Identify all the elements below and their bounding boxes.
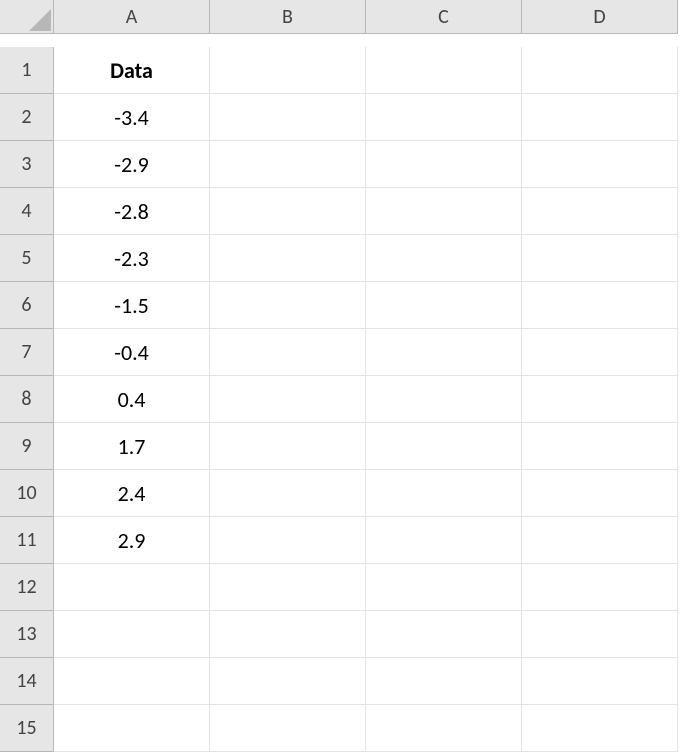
cell-C15[interactable] bbox=[366, 705, 522, 752]
column-header-C[interactable]: C bbox=[366, 0, 522, 34]
select-all-icon bbox=[29, 9, 51, 31]
cell-A7[interactable]: -0.4 bbox=[54, 329, 210, 376]
cell-C6[interactable] bbox=[366, 282, 522, 329]
row-header-15[interactable]: 15 bbox=[0, 705, 54, 752]
column-header-D[interactable]: D bbox=[522, 0, 678, 34]
row-header-8[interactable]: 8 bbox=[0, 376, 54, 423]
cell-C4[interactable] bbox=[366, 188, 522, 235]
cell-A2[interactable]: -3.4 bbox=[54, 94, 210, 141]
cell-B13[interactable] bbox=[210, 611, 366, 658]
cell-C1[interactable] bbox=[366, 47, 522, 94]
row-header-2[interactable]: 2 bbox=[0, 94, 54, 141]
cell-B4[interactable] bbox=[210, 188, 366, 235]
row-header-7[interactable]: 7 bbox=[0, 329, 54, 376]
cell-B7[interactable] bbox=[210, 329, 366, 376]
row-header-13[interactable]: 13 bbox=[0, 611, 54, 658]
cell-C11[interactable] bbox=[366, 517, 522, 564]
row-header-11[interactable]: 11 bbox=[0, 517, 54, 564]
cell-D15[interactable] bbox=[522, 705, 678, 752]
cell-D8[interactable] bbox=[522, 376, 678, 423]
cell-A1[interactable]: Data bbox=[54, 47, 210, 94]
cell-B5[interactable] bbox=[210, 235, 366, 282]
cell-B8[interactable] bbox=[210, 376, 366, 423]
cell-D3[interactable] bbox=[522, 141, 678, 188]
cell-B2[interactable] bbox=[210, 94, 366, 141]
row-header-5[interactable]: 5 bbox=[0, 235, 54, 282]
cell-D12[interactable] bbox=[522, 564, 678, 611]
cell-C9[interactable] bbox=[366, 423, 522, 470]
cell-B15[interactable] bbox=[210, 705, 366, 752]
cell-C7[interactable] bbox=[366, 329, 522, 376]
cell-A12[interactable] bbox=[54, 564, 210, 611]
cell-A5[interactable]: -2.3 bbox=[54, 235, 210, 282]
cell-C10[interactable] bbox=[366, 470, 522, 517]
cell-A4[interactable]: -2.8 bbox=[54, 188, 210, 235]
cell-C5[interactable] bbox=[366, 235, 522, 282]
cell-A3[interactable]: -2.9 bbox=[54, 141, 210, 188]
spreadsheet-grid[interactable]: ABCD 1Data2-3.43-2.94-2.85-2.36-1.57-0.48… bbox=[0, 0, 680, 752]
cell-D14[interactable] bbox=[522, 658, 678, 705]
cell-D6[interactable] bbox=[522, 282, 678, 329]
row-header-12[interactable]: 12 bbox=[0, 564, 54, 611]
cell-C3[interactable] bbox=[366, 141, 522, 188]
cell-A13[interactable] bbox=[54, 611, 210, 658]
cell-D9[interactable] bbox=[522, 423, 678, 470]
cell-B11[interactable] bbox=[210, 517, 366, 564]
cell-C14[interactable] bbox=[366, 658, 522, 705]
select-all-corner[interactable] bbox=[0, 0, 54, 34]
cell-D4[interactable] bbox=[522, 188, 678, 235]
row-header-14[interactable]: 14 bbox=[0, 658, 54, 705]
column-header-A[interactable]: A bbox=[54, 0, 210, 34]
cell-D11[interactable] bbox=[522, 517, 678, 564]
cell-A10[interactable]: 2.4 bbox=[54, 470, 210, 517]
cell-A15[interactable] bbox=[54, 705, 210, 752]
cell-A6[interactable]: -1.5 bbox=[54, 282, 210, 329]
cell-B10[interactable] bbox=[210, 470, 366, 517]
row-header-6[interactable]: 6 bbox=[0, 282, 54, 329]
cell-A9[interactable]: 1.7 bbox=[54, 423, 210, 470]
cell-B3[interactable] bbox=[210, 141, 366, 188]
row-header-1[interactable]: 1 bbox=[0, 47, 54, 94]
cell-B1[interactable] bbox=[210, 47, 366, 94]
cell-B12[interactable] bbox=[210, 564, 366, 611]
cell-A14[interactable] bbox=[54, 658, 210, 705]
row-header-4[interactable]: 4 bbox=[0, 188, 54, 235]
cell-A8[interactable]: 0.4 bbox=[54, 376, 210, 423]
cell-D2[interactable] bbox=[522, 94, 678, 141]
column-header-B[interactable]: B bbox=[210, 0, 366, 34]
cell-C12[interactable] bbox=[366, 564, 522, 611]
cell-C2[interactable] bbox=[366, 94, 522, 141]
row-header-9[interactable]: 9 bbox=[0, 423, 54, 470]
row-header-3[interactable]: 3 bbox=[0, 141, 54, 188]
row-header-10[interactable]: 10 bbox=[0, 470, 54, 517]
cell-C13[interactable] bbox=[366, 611, 522, 658]
cell-D13[interactable] bbox=[522, 611, 678, 658]
cell-C8[interactable] bbox=[366, 376, 522, 423]
cell-A11[interactable]: 2.9 bbox=[54, 517, 210, 564]
cell-B6[interactable] bbox=[210, 282, 366, 329]
cell-D10[interactable] bbox=[522, 470, 678, 517]
cell-B14[interactable] bbox=[210, 658, 366, 705]
cell-D7[interactable] bbox=[522, 329, 678, 376]
cell-D5[interactable] bbox=[522, 235, 678, 282]
cell-D1[interactable] bbox=[522, 47, 678, 94]
cell-B9[interactable] bbox=[210, 423, 366, 470]
